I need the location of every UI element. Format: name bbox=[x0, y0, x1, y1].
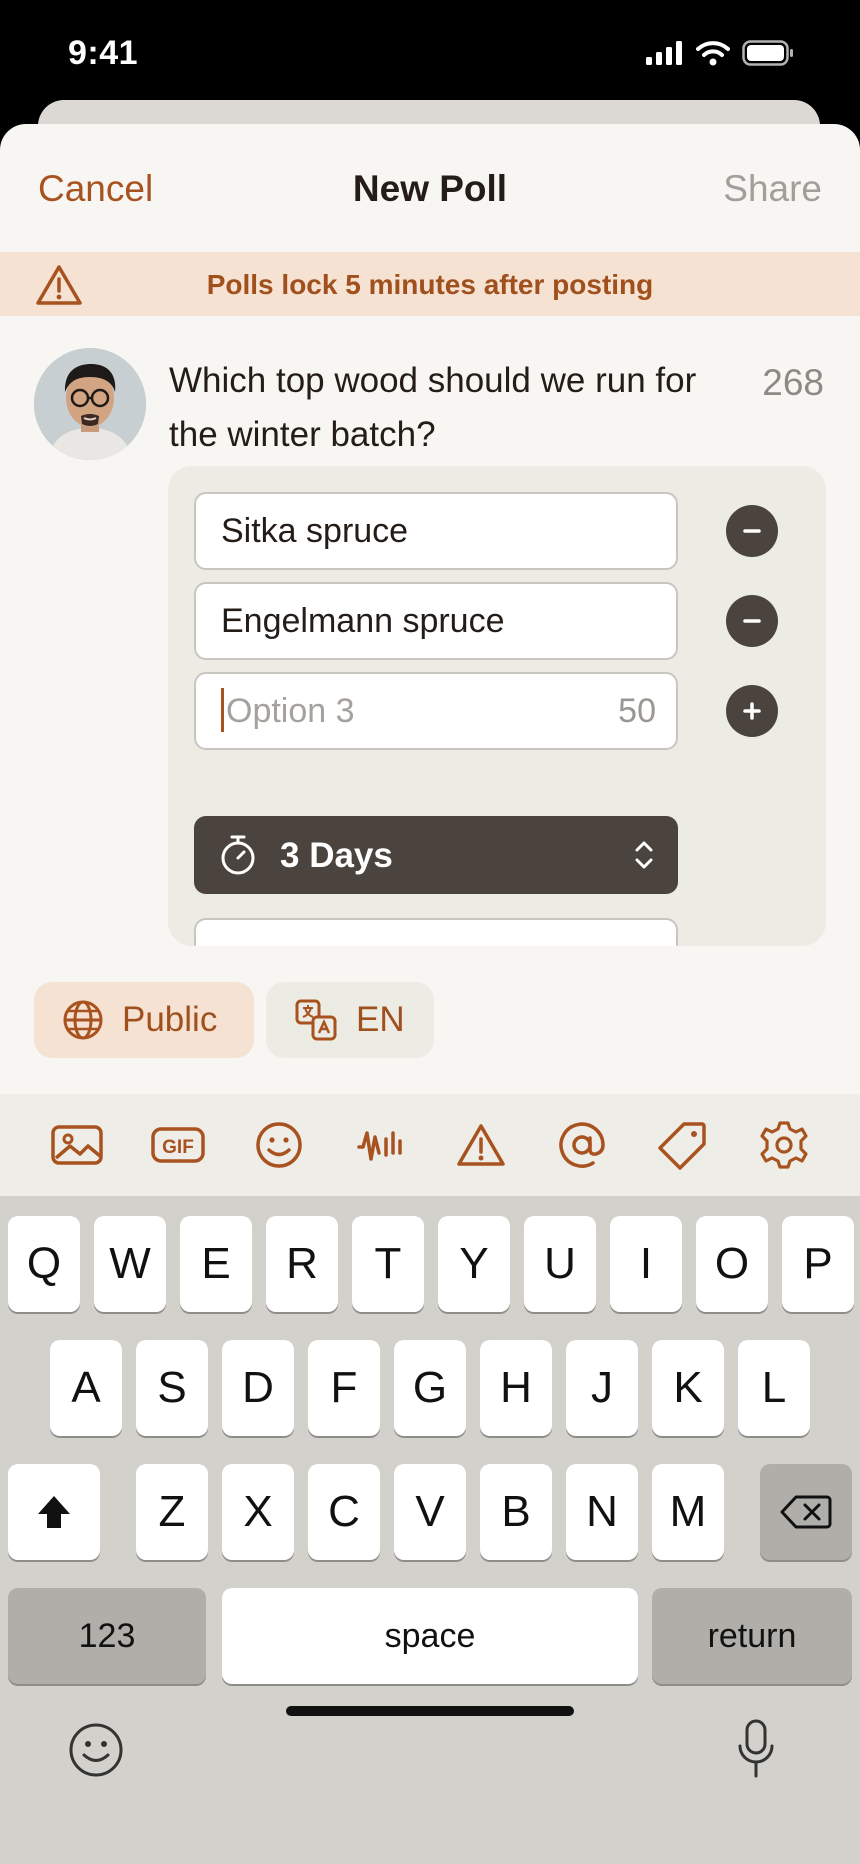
key-z[interactable]: Z bbox=[136, 1464, 208, 1560]
key-q[interactable]: Q bbox=[8, 1216, 80, 1312]
language-button[interactable]: EN bbox=[266, 982, 434, 1058]
content-warning-icon bbox=[456, 1124, 505, 1166]
audio-waveform-icon bbox=[356, 1131, 402, 1161]
key-j[interactable]: J bbox=[566, 1340, 638, 1436]
return-key[interactable]: return bbox=[652, 1588, 852, 1684]
status-time: 9:41 bbox=[68, 34, 139, 72]
svg-text:GIF: GIF bbox=[162, 1137, 194, 1158]
add-gif-button[interactable]: GIF bbox=[127, 1094, 228, 1196]
globe-icon bbox=[63, 1000, 103, 1040]
poll-question[interactable]: Which top wood should we run for the win… bbox=[169, 354, 749, 462]
tag-icon bbox=[657, 1122, 706, 1170]
key-i[interactable]: I bbox=[610, 1216, 682, 1312]
keyboard: Q W E R T Y U I O P A S D F G H J K L Z … bbox=[0, 1196, 860, 1864]
emoji-icon bbox=[255, 1122, 302, 1168]
compose-toolbar: GIF bbox=[0, 1094, 860, 1196]
add-option-button[interactable] bbox=[726, 685, 778, 737]
new-option-field[interactable]: Option 3 50 bbox=[194, 672, 678, 750]
option-char-counter: 50 bbox=[618, 692, 656, 730]
minus-icon bbox=[743, 619, 761, 623]
emoji-keyboard-button[interactable] bbox=[68, 1722, 124, 1783]
cellular-signal-icon bbox=[646, 41, 682, 65]
remove-option-button[interactable] bbox=[726, 595, 778, 647]
key-v[interactable]: V bbox=[394, 1464, 466, 1560]
key-k[interactable]: K bbox=[652, 1340, 724, 1436]
add-emoji-button[interactable] bbox=[228, 1094, 329, 1196]
lock-notice-text: Polls lock 5 minutes after posting bbox=[206, 269, 654, 300]
add-tag-button[interactable] bbox=[632, 1094, 733, 1196]
key-x[interactable]: X bbox=[222, 1464, 294, 1560]
key-d[interactable]: D bbox=[222, 1340, 294, 1436]
post-settings-button[interactable] bbox=[733, 1094, 834, 1196]
timer-icon bbox=[221, 835, 255, 875]
key-e[interactable]: E bbox=[180, 1216, 252, 1312]
key-n[interactable]: N bbox=[566, 1464, 638, 1560]
mention-button[interactable] bbox=[531, 1094, 632, 1196]
emoji-icon bbox=[69, 1723, 123, 1777]
status-bar: 9:41 bbox=[0, 0, 860, 110]
key-t[interactable]: T bbox=[352, 1216, 424, 1312]
home-indicator bbox=[286, 1706, 574, 1716]
status-icons bbox=[646, 40, 794, 66]
gif-icon: GIF bbox=[150, 1127, 205, 1163]
key-r[interactable]: R bbox=[266, 1216, 338, 1312]
wifi-icon bbox=[696, 41, 730, 66]
add-audio-button[interactable] bbox=[329, 1094, 430, 1196]
poll-option-field-partial[interactable] bbox=[194, 918, 678, 946]
poll-options-panel: Sitka spruce Engelmann spruce Option 3 5… bbox=[168, 466, 826, 946]
remove-option-button[interactable] bbox=[726, 505, 778, 557]
shift-arrow-icon bbox=[38, 1496, 70, 1528]
backspace-icon bbox=[780, 1495, 832, 1529]
poll-option-field[interactable]: Sitka spruce bbox=[194, 492, 678, 570]
minus-icon bbox=[743, 529, 761, 533]
poll-duration-value: 3 Days bbox=[280, 836, 393, 875]
settings-icon bbox=[759, 1121, 808, 1169]
visibility-label: Public bbox=[122, 1000, 218, 1039]
key-f[interactable]: F bbox=[308, 1340, 380, 1436]
key-o[interactable]: O bbox=[696, 1216, 768, 1312]
key-c[interactable]: C bbox=[308, 1464, 380, 1560]
avatar[interactable] bbox=[34, 348, 146, 460]
numbers-key[interactable]: 123 bbox=[8, 1588, 206, 1684]
key-p[interactable]: P bbox=[782, 1216, 854, 1312]
key-m[interactable]: M bbox=[652, 1464, 724, 1560]
chevron-up-down-icon bbox=[635, 841, 653, 869]
share-button[interactable]: Share bbox=[723, 168, 822, 210]
image-icon bbox=[50, 1125, 103, 1165]
mention-icon bbox=[558, 1122, 605, 1168]
key-y[interactable]: Y bbox=[438, 1216, 510, 1312]
poll-duration-select[interactable]: 3 Days bbox=[194, 816, 678, 894]
new-option-placeholder: Option 3 bbox=[226, 692, 355, 730]
question-char-counter: 268 bbox=[762, 362, 824, 403]
add-image-button[interactable] bbox=[26, 1094, 127, 1196]
battery-icon bbox=[742, 40, 793, 66]
language-label: EN bbox=[356, 1000, 405, 1039]
compose-sheet: Cancel New Poll Share Polls lock 5 minut… bbox=[0, 124, 860, 1864]
key-w[interactable]: W bbox=[94, 1216, 166, 1312]
content-warning-button[interactable] bbox=[430, 1094, 531, 1196]
visibility-button[interactable]: Public bbox=[34, 982, 254, 1058]
shift-key[interactable] bbox=[8, 1464, 100, 1560]
key-a[interactable]: A bbox=[50, 1340, 122, 1436]
poll-option-field[interactable]: Engelmann spruce bbox=[194, 582, 678, 660]
text-caret bbox=[221, 688, 224, 733]
key-b[interactable]: B bbox=[480, 1464, 552, 1560]
key-h[interactable]: H bbox=[480, 1340, 552, 1436]
plus-icon bbox=[743, 702, 761, 720]
key-u[interactable]: U bbox=[524, 1216, 596, 1312]
user-portrait-icon bbox=[34, 348, 146, 460]
delete-key[interactable] bbox=[760, 1464, 852, 1560]
nav-bar: Cancel New Poll Share bbox=[0, 124, 860, 252]
key-g[interactable]: G bbox=[394, 1340, 466, 1436]
lock-notice-banner: Polls lock 5 minutes after posting bbox=[0, 252, 860, 316]
translate-icon bbox=[295, 999, 337, 1041]
space-key[interactable]: space bbox=[222, 1588, 638, 1684]
key-l[interactable]: L bbox=[738, 1340, 810, 1436]
dictation-button[interactable] bbox=[736, 1718, 776, 1785]
key-s[interactable]: S bbox=[136, 1340, 208, 1436]
microphone-icon bbox=[738, 1719, 774, 1778]
